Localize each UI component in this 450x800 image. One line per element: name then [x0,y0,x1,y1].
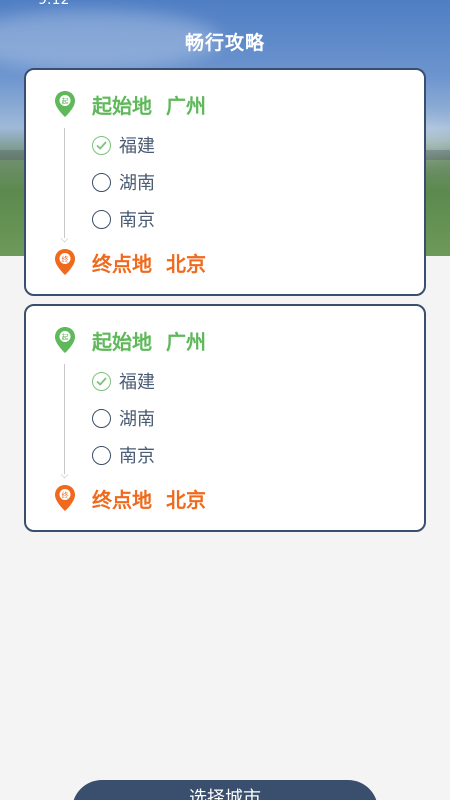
end-pin-icon: 终 [55,485,75,511]
radio-icon[interactable] [92,408,111,428]
start-city: 广州 [166,330,206,354]
route-arrow-icon [60,234,69,243]
option-label: 湖南 [119,409,155,430]
option-label: 湖南 [119,173,155,194]
end-city: 北京 [166,252,206,276]
end-label: 终点地 [92,488,152,512]
end-row[interactable]: 终点地 北京 [92,248,206,277]
option-label: 福建 [119,372,155,393]
page-title: 畅行攻略 [184,32,265,54]
option-item[interactable]: 南京 [92,444,155,467]
start-row[interactable]: 起始地 广州 [92,90,206,119]
start-label: 起始地 [92,94,152,118]
option-item[interactable]: 福建 [92,134,155,157]
route-arrow-icon [60,470,69,479]
radio-icon[interactable] [92,172,111,192]
select-city-button[interactable]: 选择城市 [72,780,378,800]
radio-icon[interactable] [92,445,111,465]
svg-text:终: 终 [62,255,69,264]
end-pin-icon: 终 [55,249,75,275]
svg-text:起: 起 [62,98,69,106]
route-line [64,364,65,474]
option-label: 南京 [119,446,155,467]
end-city: 北京 [166,488,206,512]
radio-icon[interactable] [92,209,111,229]
start-city: 广州 [166,94,206,118]
option-item[interactable]: 福建 [92,370,155,393]
checked-radio-icon[interactable] [92,371,111,391]
option-item[interactable]: 湖南 [92,171,155,194]
end-label: 终点地 [92,252,152,276]
start-pin-icon: 起 [55,91,75,117]
end-row[interactable]: 终点地 北京 [92,484,206,513]
route-card: 起 起始地 广州 福建 湖南 南京 终 终点地 北京 [24,304,426,532]
checked-radio-icon[interactable] [92,135,111,155]
svg-text:终: 终 [62,491,69,500]
start-row[interactable]: 起始地 广州 [92,326,206,355]
option-label: 福建 [119,136,155,157]
option-item[interactable]: 湖南 [92,407,155,430]
option-label: 南京 [119,210,155,231]
route-line [64,128,65,238]
option-item[interactable]: 南京 [92,208,155,231]
svg-text:起: 起 [62,334,69,342]
start-label: 起始地 [92,330,152,354]
start-pin-icon: 起 [55,327,75,353]
route-card: 起 起始地 广州 福建 湖南 南京 终 终点地 北京 [24,68,426,296]
status-time: 9:12 [38,0,70,8]
